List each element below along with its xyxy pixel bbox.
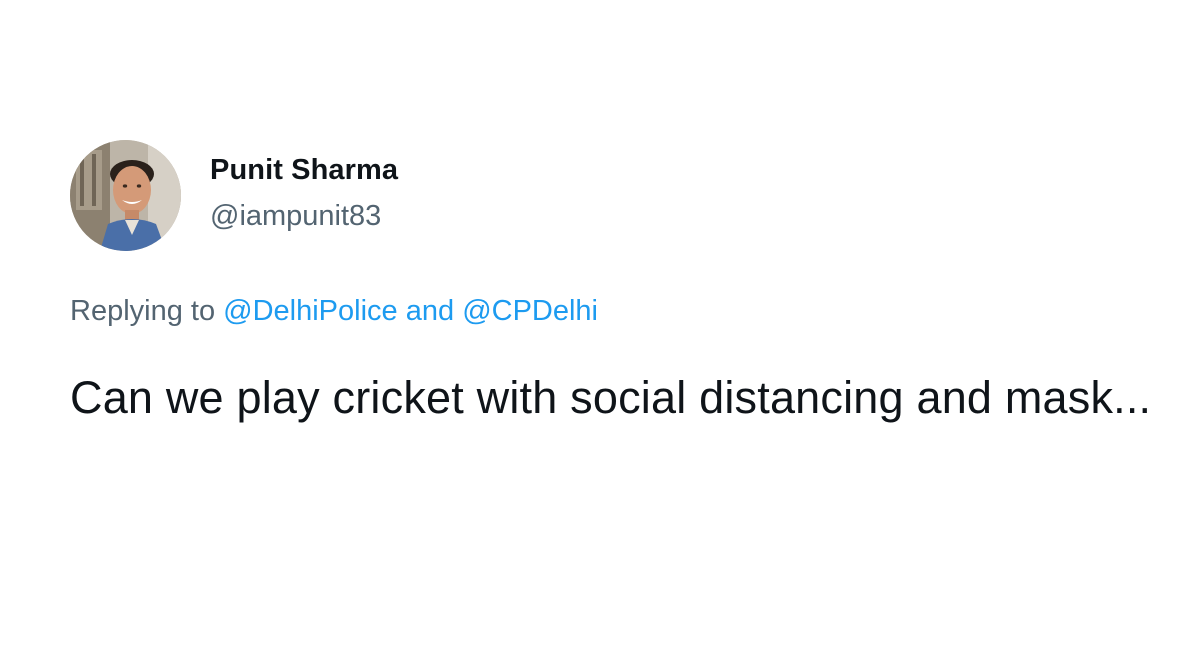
mention-delhipolice-link[interactable]: @DelhiPolice bbox=[223, 295, 398, 327]
profile-photo-icon bbox=[70, 140, 181, 251]
reply-conjunction[interactable]: and bbox=[406, 295, 454, 327]
author-display-name[interactable]: Punit Sharma bbox=[210, 154, 398, 187]
author-avatar[interactable] bbox=[70, 140, 181, 251]
reply-context: Replying to @DelhiPolice and @CPDelhi bbox=[70, 295, 598, 328]
reply-prefix: Replying to bbox=[70, 295, 216, 327]
author-handle[interactable]: @iampunit83 bbox=[210, 200, 381, 233]
mention-cpdelhi-link[interactable]: @CPDelhi bbox=[462, 295, 598, 327]
tweet-card: Punit Sharma @iampunit83 Replying to @De… bbox=[0, 0, 1200, 650]
tweet-text: Can we play cricket with social distanci… bbox=[70, 372, 1152, 423]
